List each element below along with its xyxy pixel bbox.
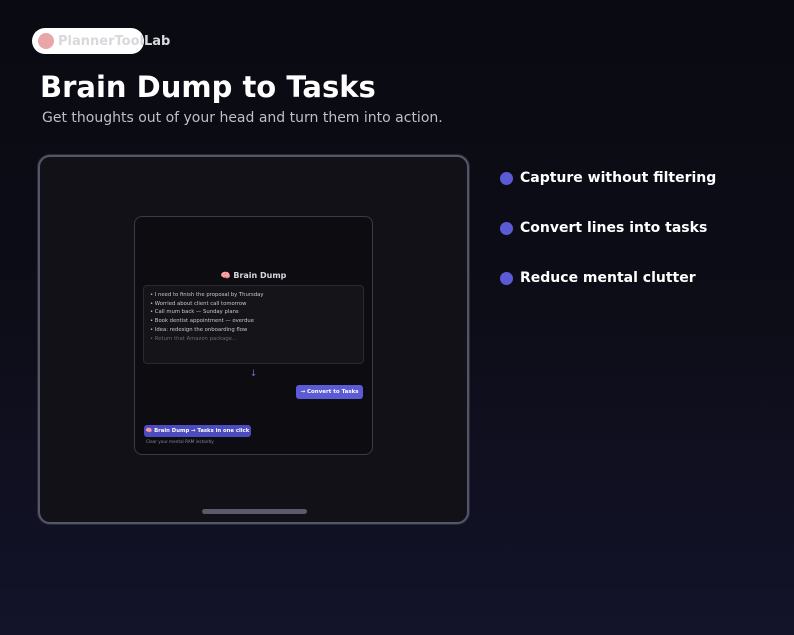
brand-logo-icon	[38, 33, 54, 49]
bullet-dot-icon	[500, 171, 513, 185]
tablet-mockup: 🧠 Brain Dump • I need to finish the prop…	[38, 155, 469, 524]
app-title-text: Brain Dump	[233, 271, 287, 280]
feature-item: Convert lines into tasks	[500, 220, 707, 236]
dump-line: • Worried about client call tomorrow	[150, 300, 247, 307]
feature-label: Reduce mental clutter	[520, 270, 696, 286]
home-indicator-bar	[202, 509, 307, 514]
brand-pill[interactable]: PlannerToolLab	[32, 28, 170, 54]
dump-line: • Return that Amazon package...	[150, 335, 238, 342]
feature-badge: 🧠 Brain Dump → Tasks in one click	[144, 425, 251, 437]
feature-label: Convert lines into tasks	[520, 220, 708, 236]
brain-dump-app-card: 🧠 Brain Dump • I need to finish the prop…	[134, 216, 373, 455]
bullet-dot-icon	[500, 271, 513, 285]
dump-line: • I need to finish the proposal by Thurs…	[150, 292, 264, 298]
feature-item: Reduce mental clutter	[500, 270, 696, 286]
bullet-dot-icon	[500, 221, 513, 235]
brain-dump-textarea[interactable]: • I need to finish the proposal by Thurs…	[143, 285, 364, 364]
page-title: Brain Dump to Tasks	[40, 70, 376, 104]
brain-icon: 🧠	[220, 271, 231, 280]
badge-caption: Clear your mental RAM instantly	[146, 439, 214, 444]
feature-item: Capture without filtering	[500, 170, 716, 186]
brand-name: PlannerToolLab	[58, 33, 171, 49]
dump-line: • Call mum back — Sunday plans	[150, 309, 239, 316]
convert-to-tasks-button[interactable]: → Convert to Tasks	[296, 385, 363, 399]
dump-line: • Book dentist appointment — overdue	[150, 318, 255, 325]
app-title: 🧠 Brain Dump	[135, 271, 372, 280]
arrow-down-icon: ↓	[249, 369, 258, 379]
dump-line: • Idea: redesign the onboarding flow	[150, 326, 248, 333]
feature-label: Capture without filtering	[520, 170, 717, 186]
page-subtitle: Get thoughts out of your head and turn t…	[42, 110, 443, 126]
